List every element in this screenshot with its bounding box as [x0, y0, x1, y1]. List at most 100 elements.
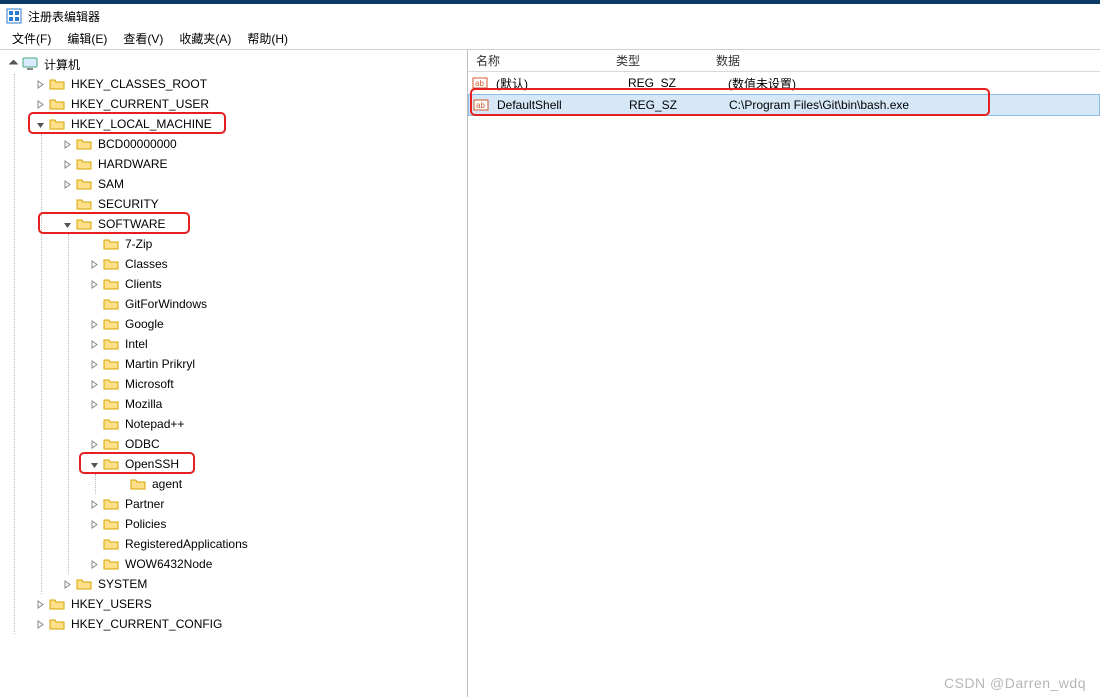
menu-favorites[interactable]: 收藏夹(A) [171, 28, 239, 49]
tree-node-registeredapps[interactable]: RegisteredApplications [87, 534, 465, 554]
caret-icon[interactable] [33, 117, 47, 131]
tree-label: SECURITY [96, 196, 161, 212]
tree-label: RegisteredApplications [123, 536, 250, 552]
caret-icon[interactable] [87, 337, 101, 351]
value-type: REG_SZ [624, 76, 724, 90]
caret-icon[interactable] [33, 597, 47, 611]
value-row-default[interactable]: ab (默认) REG_SZ (数值未设置) [468, 72, 1100, 94]
folder-icon [103, 496, 119, 512]
tree-node-mozilla[interactable]: Mozilla [87, 394, 465, 414]
caret-icon[interactable] [87, 277, 101, 291]
caret-icon[interactable] [87, 357, 101, 371]
caret-icon[interactable] [87, 317, 101, 331]
caret-icon[interactable] [60, 177, 74, 191]
tree-node-hkcr[interactable]: HKEY_CLASSES_ROOT [33, 74, 465, 94]
regedit-app-icon [6, 8, 22, 24]
tree-node-policies[interactable]: Policies [87, 514, 465, 534]
tree-node-odbc[interactable]: ODBC [87, 434, 465, 454]
column-header-data[interactable]: 数据 [708, 50, 1100, 72]
caret-icon[interactable] [87, 457, 101, 471]
tree-node-bcd[interactable]: BCD00000000 [60, 134, 465, 154]
caret-icon[interactable] [87, 377, 101, 391]
folder-icon [49, 96, 65, 112]
caret-icon[interactable] [33, 97, 47, 111]
tree-node-classes[interactable]: Classes [87, 254, 465, 274]
list-header: 名称 类型 数据 [468, 50, 1100, 72]
menu-bar: 文件(F) 编辑(E) 查看(V) 收藏夹(A) 帮助(H) [0, 28, 1100, 50]
column-header-type[interactable]: 类型 [608, 50, 708, 72]
menu-edit[interactable]: 编辑(E) [59, 28, 115, 49]
caret-icon[interactable] [60, 577, 74, 591]
tree-node-hklm[interactable]: HKEY_LOCAL_MACHINE [33, 114, 465, 134]
tree-node-agent[interactable]: agent [114, 474, 465, 494]
tree-node-security[interactable]: SECURITY [60, 194, 465, 214]
tree-node-computer[interactable]: 计算机 [6, 54, 465, 74]
caret-icon[interactable] [87, 257, 101, 271]
value-row-defaultshell[interactable]: ab DefaultShell REG_SZ C:\Program Files\… [468, 94, 1100, 116]
folder-icon [103, 436, 119, 452]
tree-label: Mozilla [123, 396, 164, 412]
caret-icon[interactable] [87, 517, 101, 531]
string-value-icon: ab [472, 75, 488, 91]
menu-help[interactable]: 帮助(H) [239, 28, 296, 49]
tree-label: ODBC [123, 436, 162, 452]
tree-label: Microsoft [123, 376, 176, 392]
tree-node-hkcu[interactable]: HKEY_CURRENT_USER [33, 94, 465, 114]
tree-label: 计算机 [42, 55, 82, 74]
tree-label: Policies [123, 516, 168, 532]
tree-label: Partner [123, 496, 166, 512]
folder-icon [76, 176, 92, 192]
tree-node-hkcc[interactable]: HKEY_CURRENT_CONFIG [33, 614, 465, 634]
tree-node-hku[interactable]: HKEY_USERS [33, 594, 465, 614]
tree-label: BCD00000000 [96, 136, 179, 152]
caret-icon[interactable] [60, 137, 74, 151]
value-data: C:\Program Files\Git\bin\bash.exe [725, 98, 1099, 112]
caret-icon[interactable] [33, 77, 47, 91]
tree-node-gitforwindows[interactable]: GitForWindows [87, 294, 465, 314]
tree-label: HKEY_LOCAL_MACHINE [69, 116, 214, 132]
folder-icon [130, 476, 146, 492]
folder-icon [103, 556, 119, 572]
svg-text:ab: ab [476, 101, 485, 110]
tree-node-google[interactable]: Google [87, 314, 465, 334]
caret-icon[interactable] [87, 557, 101, 571]
caret-icon[interactable] [87, 397, 101, 411]
caret-icon[interactable] [87, 437, 101, 451]
registry-tree: 计算机 HKEY_CLASSES_ROOT HKEY_CURRENT_USER [0, 52, 467, 636]
folder-icon [103, 356, 119, 372]
menu-file[interactable]: 文件(F) [4, 28, 59, 49]
folder-icon [103, 316, 119, 332]
tree-label: Intel [123, 336, 150, 352]
column-header-name[interactable]: 名称 [468, 50, 608, 72]
caret-icon[interactable] [60, 157, 74, 171]
tree-node-clients[interactable]: Clients [87, 274, 465, 294]
tree-node-wow6432[interactable]: WOW6432Node [87, 554, 465, 574]
tree-label: OpenSSH [123, 456, 181, 472]
tree-node-intel[interactable]: Intel [87, 334, 465, 354]
folder-icon [76, 136, 92, 152]
caret-icon[interactable] [6, 57, 20, 71]
tree-node-7zip[interactable]: 7-Zip [87, 234, 465, 254]
tree-node-partner[interactable]: Partner [87, 494, 465, 514]
folder-icon [49, 596, 65, 612]
caret-icon[interactable] [33, 617, 47, 631]
tree-node-martinprikryl[interactable]: Martin Prikryl [87, 354, 465, 374]
tree-node-hardware[interactable]: HARDWARE [60, 154, 465, 174]
menu-view[interactable]: 查看(V) [115, 28, 171, 49]
tree-node-software[interactable]: SOFTWARE [60, 214, 465, 234]
folder-icon [103, 376, 119, 392]
tree-node-sam[interactable]: SAM [60, 174, 465, 194]
folder-icon [49, 616, 65, 632]
tree-pane[interactable]: 计算机 HKEY_CLASSES_ROOT HKEY_CURRENT_USER [0, 50, 468, 697]
tree-node-system[interactable]: SYSTEM [60, 574, 465, 594]
tree-label: Martin Prikryl [123, 356, 197, 372]
tree-label: Notepad++ [123, 416, 186, 432]
tree-label: agent [150, 476, 184, 492]
values-pane[interactable]: 名称 类型 数据 ab (默认) REG_SZ (数值未设置) ab Defau… [468, 50, 1100, 697]
caret-icon[interactable] [60, 217, 74, 231]
tree-node-microsoft[interactable]: Microsoft [87, 374, 465, 394]
tree-node-openssh[interactable]: OpenSSH [87, 454, 465, 474]
tree-node-notepadpp[interactable]: Notepad++ [87, 414, 465, 434]
tree-label: HKEY_CURRENT_USER [69, 96, 211, 112]
caret-icon[interactable] [87, 497, 101, 511]
